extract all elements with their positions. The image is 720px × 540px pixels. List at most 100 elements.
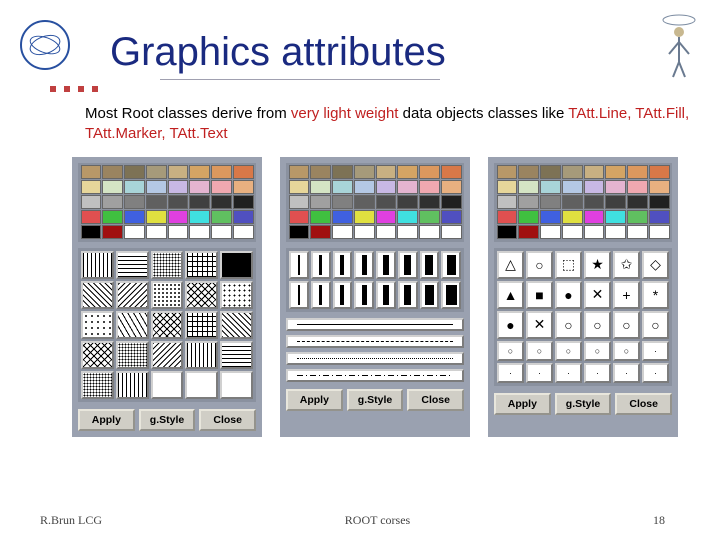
color-swatch[interactable] bbox=[189, 180, 210, 194]
color-swatch[interactable] bbox=[584, 195, 605, 209]
color-swatch[interactable] bbox=[562, 165, 583, 179]
color-swatch[interactable] bbox=[211, 210, 232, 224]
color-swatch[interactable] bbox=[124, 195, 145, 209]
pattern-swatch[interactable] bbox=[185, 311, 218, 339]
color-swatch[interactable] bbox=[233, 195, 254, 209]
color-swatch[interactable] bbox=[518, 210, 539, 224]
color-swatch[interactable] bbox=[332, 180, 353, 194]
pattern-swatch[interactable] bbox=[151, 341, 184, 369]
line-width-swatch[interactable] bbox=[354, 251, 374, 279]
color-swatch[interactable] bbox=[649, 225, 670, 239]
marker-swatch[interactable]: ■ bbox=[526, 281, 553, 309]
color-swatch[interactable] bbox=[540, 210, 561, 224]
pattern-swatch[interactable] bbox=[81, 341, 114, 369]
color-swatch[interactable] bbox=[397, 210, 418, 224]
line-width-swatch[interactable] bbox=[441, 281, 461, 309]
color-swatch[interactable] bbox=[441, 225, 462, 239]
marker-swatch[interactable]: ✕ bbox=[526, 311, 553, 339]
color-swatch[interactable] bbox=[102, 195, 123, 209]
marker-swatch[interactable]: ○ bbox=[555, 311, 582, 339]
color-swatch[interactable] bbox=[376, 180, 397, 194]
pattern-swatch[interactable] bbox=[185, 371, 218, 399]
color-swatch[interactable] bbox=[397, 195, 418, 209]
pattern-swatch[interactable] bbox=[220, 311, 253, 339]
marker-swatch[interactable]: ⬚ bbox=[555, 251, 582, 279]
marker-swatch[interactable]: ● bbox=[497, 311, 524, 339]
color-swatch[interactable] bbox=[189, 210, 210, 224]
color-swatch[interactable] bbox=[497, 225, 518, 239]
marker-swatch[interactable]: △ bbox=[497, 251, 524, 279]
color-swatch[interactable] bbox=[627, 180, 648, 194]
apply-button[interactable]: Apply bbox=[286, 389, 343, 411]
color-swatch[interactable] bbox=[146, 210, 167, 224]
color-swatch[interactable] bbox=[419, 225, 440, 239]
color-swatch[interactable] bbox=[441, 180, 462, 194]
pattern-swatch[interactable] bbox=[220, 251, 253, 279]
pattern-swatch[interactable] bbox=[185, 251, 218, 279]
color-swatch[interactable] bbox=[310, 165, 331, 179]
pattern-swatch[interactable] bbox=[185, 281, 218, 309]
color-swatch[interactable] bbox=[310, 225, 331, 239]
color-swatch[interactable] bbox=[605, 225, 626, 239]
color-swatch[interactable] bbox=[146, 180, 167, 194]
line-width-swatch[interactable] bbox=[398, 251, 418, 279]
marker-swatch[interactable]: ● bbox=[555, 281, 582, 309]
color-swatch[interactable] bbox=[289, 225, 310, 239]
color-swatch[interactable] bbox=[354, 180, 375, 194]
line-width-swatch[interactable] bbox=[311, 281, 331, 309]
color-swatch[interactable] bbox=[189, 165, 210, 179]
color-swatch[interactable] bbox=[211, 180, 232, 194]
color-swatch[interactable] bbox=[332, 195, 353, 209]
color-swatch[interactable] bbox=[419, 210, 440, 224]
line-width-swatch[interactable] bbox=[420, 251, 440, 279]
color-swatch[interactable] bbox=[354, 165, 375, 179]
marker-swatch[interactable]: ○ bbox=[555, 341, 582, 361]
marker-swatch[interactable]: ○ bbox=[497, 341, 524, 361]
color-swatch[interactable] bbox=[441, 165, 462, 179]
pattern-swatch[interactable] bbox=[220, 341, 253, 369]
line-width-swatch[interactable] bbox=[289, 281, 309, 309]
color-swatch[interactable] bbox=[233, 165, 254, 179]
color-swatch[interactable] bbox=[441, 210, 462, 224]
color-swatch[interactable] bbox=[233, 180, 254, 194]
color-swatch[interactable] bbox=[562, 195, 583, 209]
color-swatch[interactable] bbox=[124, 225, 145, 239]
pattern-swatch[interactable] bbox=[116, 251, 149, 279]
color-swatch[interactable] bbox=[211, 165, 232, 179]
color-swatch[interactable] bbox=[376, 225, 397, 239]
pattern-swatch[interactable] bbox=[151, 251, 184, 279]
color-swatch[interactable] bbox=[124, 165, 145, 179]
pattern-swatch[interactable] bbox=[81, 311, 114, 339]
color-swatch[interactable] bbox=[649, 180, 670, 194]
pattern-swatch[interactable] bbox=[81, 281, 114, 309]
color-swatch[interactable] bbox=[189, 195, 210, 209]
marker-swatch[interactable]: · bbox=[497, 363, 524, 383]
color-swatch[interactable] bbox=[233, 210, 254, 224]
line-width-swatch[interactable] bbox=[354, 281, 374, 309]
color-swatch[interactable] bbox=[605, 180, 626, 194]
apply-button[interactable]: Apply bbox=[494, 393, 551, 415]
color-swatch[interactable] bbox=[102, 165, 123, 179]
marker-swatch[interactable]: ○ bbox=[584, 341, 611, 361]
line-width-swatch[interactable] bbox=[333, 251, 353, 279]
color-swatch[interactable] bbox=[102, 210, 123, 224]
color-swatch[interactable] bbox=[584, 225, 605, 239]
color-swatch[interactable] bbox=[310, 210, 331, 224]
line-style-swatch[interactable] bbox=[286, 369, 464, 382]
line-style-swatch[interactable] bbox=[286, 318, 464, 331]
color-swatch[interactable] bbox=[376, 210, 397, 224]
color-swatch[interactable] bbox=[497, 165, 518, 179]
color-swatch[interactable] bbox=[168, 210, 189, 224]
color-swatch[interactable] bbox=[649, 165, 670, 179]
color-swatch[interactable] bbox=[146, 225, 167, 239]
line-width-swatch[interactable] bbox=[398, 281, 418, 309]
pattern-swatch[interactable] bbox=[151, 281, 184, 309]
color-swatch[interactable] bbox=[332, 165, 353, 179]
color-swatch[interactable] bbox=[289, 195, 310, 209]
marker-swatch[interactable]: * bbox=[642, 281, 669, 309]
pattern-swatch[interactable] bbox=[116, 311, 149, 339]
pattern-swatch[interactable] bbox=[81, 371, 114, 399]
pattern-swatch[interactable] bbox=[220, 281, 253, 309]
pattern-swatch[interactable] bbox=[151, 371, 184, 399]
color-swatch[interactable] bbox=[497, 180, 518, 194]
